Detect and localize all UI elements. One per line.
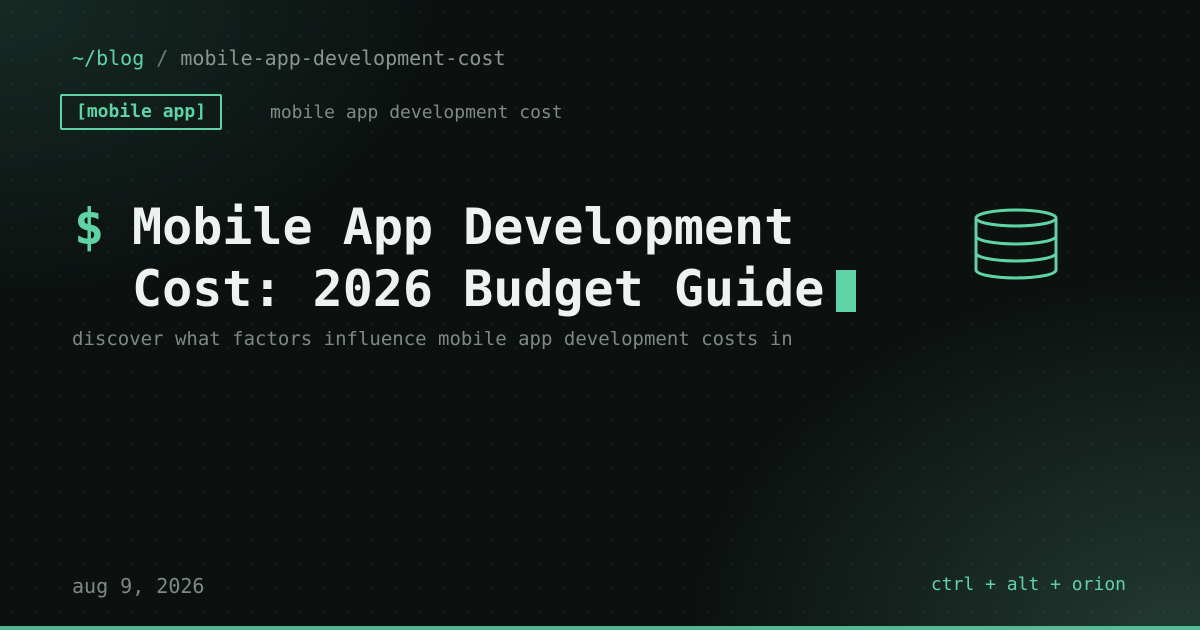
breadcrumb-home-link[interactable]: ~/blog — [72, 46, 144, 70]
bottom-accent-bar — [0, 626, 1200, 630]
database-icon — [974, 208, 1058, 280]
prompt-symbol: $ — [74, 198, 105, 256]
breadcrumb: ~/blog / mobile-app-development-cost — [72, 46, 506, 70]
post-description: discover what factors influence mobile a… — [72, 328, 793, 350]
breadcrumb-current: mobile-app-development-cost — [180, 46, 506, 70]
keyboard-shortcut: ctrl + alt + orion — [930, 574, 1126, 595]
breadcrumb-separator: / — [156, 46, 169, 70]
terminal-cursor — [836, 270, 857, 312]
publish-date: aug 9, 2026 — [72, 574, 205, 598]
category-subtitle: mobile app development cost — [270, 102, 563, 123]
page-title: Mobile App Development Cost: 2026 Budget… — [132, 196, 892, 320]
page-title-text: Mobile App Development Cost: 2026 Budget… — [132, 198, 825, 318]
category-tag[interactable]: [mobile app] — [60, 94, 223, 130]
